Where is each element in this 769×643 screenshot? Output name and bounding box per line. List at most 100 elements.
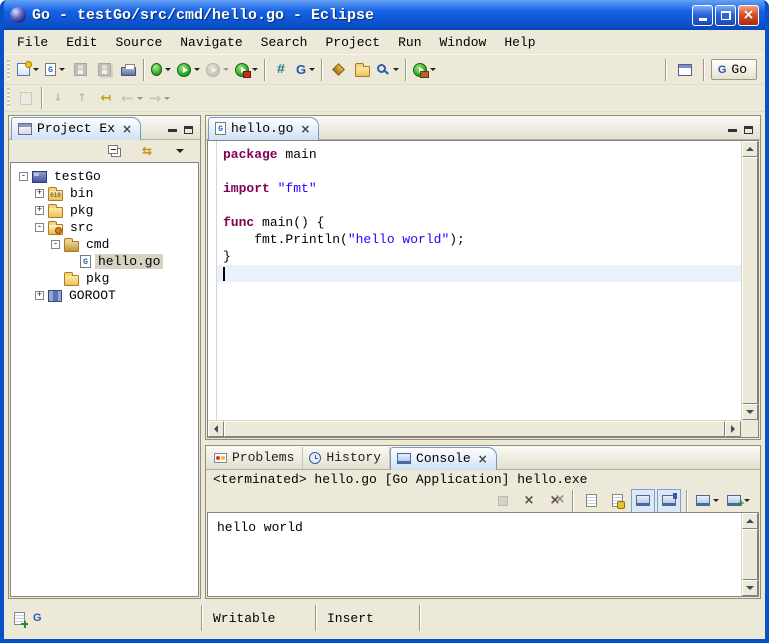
menu-search[interactable]: Search [252, 32, 317, 53]
scroll-lock-button[interactable] [605, 489, 629, 513]
remove-launch-button[interactable]: × [517, 489, 541, 513]
console-output-text[interactable]: hello world [208, 513, 741, 596]
minimize-view-icon[interactable] [728, 129, 737, 132]
menu-help[interactable]: Help [495, 32, 544, 53]
scroll-up-button[interactable] [742, 141, 758, 157]
menu-window[interactable]: Window [431, 32, 496, 53]
code-area[interactable]: package main import "fmt" func main() { … [208, 141, 741, 420]
word-wrap-button[interactable] [631, 489, 655, 513]
run-external-button[interactable] [232, 58, 261, 82]
editor-vertical-scrollbar[interactable] [741, 141, 758, 420]
display-console-button[interactable] [693, 489, 722, 513]
tree-item-bin[interactable]: +010bin [11, 185, 198, 202]
tab-history[interactable]: History [303, 447, 390, 469]
dropdown-arrow-icon[interactable] [59, 68, 65, 71]
tree-item-hello-go[interactable]: Ghello.go [11, 253, 198, 270]
dropdown-arrow-icon[interactable] [713, 499, 719, 502]
save-all-button[interactable] [92, 58, 116, 82]
code-line-1[interactable]: package main [208, 146, 741, 163]
last-edit-location-button[interactable]: ↤ [94, 86, 118, 110]
tree-item-testgo[interactable]: -testGo [11, 168, 198, 185]
menu-source[interactable]: Source [106, 32, 171, 53]
code-line-3[interactable]: import "fmt" [208, 180, 741, 197]
code-line-2[interactable] [208, 163, 741, 180]
run-button[interactable] [174, 58, 203, 82]
menu-project[interactable]: Project [316, 32, 389, 53]
close-button[interactable]: × [738, 5, 759, 26]
console-vertical-scrollbar[interactable] [741, 513, 758, 596]
open-perspective-button[interactable] [673, 58, 697, 82]
goclipse-button[interactable]: G [293, 58, 318, 82]
expand-handle-icon[interactable]: + [35, 291, 44, 300]
dropdown-arrow-icon[interactable] [252, 68, 258, 71]
menu-edit[interactable]: Edit [57, 32, 106, 53]
print-button[interactable] [116, 58, 140, 82]
save-button[interactable] [68, 58, 92, 82]
code-line-8[interactable] [208, 265, 741, 282]
minimize-view-icon[interactable] [168, 129, 177, 132]
scroll-down-button[interactable] [742, 580, 758, 596]
code-line-5[interactable]: func main() { [208, 214, 741, 231]
dropdown-arrow-icon[interactable] [194, 68, 200, 71]
close-tab-icon[interactable]: × [300, 123, 310, 135]
external-tools-button[interactable] [410, 58, 439, 82]
go-trim-icon[interactable]: G [33, 612, 42, 624]
tree-item-pkg[interactable]: +pkg [11, 202, 198, 219]
dropdown-arrow-icon[interactable] [137, 97, 143, 100]
tree-item-goroot[interactable]: +GOROOT [11, 287, 198, 304]
expand-handle-icon[interactable]: + [35, 206, 44, 215]
dropdown-arrow-icon[interactable] [393, 68, 399, 71]
prev-annotation-button[interactable]: ↑ [70, 86, 94, 110]
scroll-up-button[interactable] [742, 513, 758, 529]
dropdown-arrow-icon[interactable] [309, 68, 315, 71]
new-go-app-button[interactable]: # [269, 58, 293, 82]
perspective-go-button[interactable]: G Go [711, 59, 757, 80]
pin-console-button[interactable] [657, 489, 681, 513]
link-editor-button[interactable]: ⇆ [135, 139, 159, 163]
scrollbar-thumb[interactable] [742, 529, 758, 580]
minimize-button[interactable] [692, 5, 713, 26]
tab-console[interactable]: Console× [390, 447, 497, 470]
scroll-right-button[interactable] [725, 421, 741, 437]
debug-button[interactable] [148, 58, 174, 82]
open-resource-button[interactable] [350, 58, 374, 82]
terminate-button[interactable] [491, 489, 515, 513]
toolbar-grip[interactable] [7, 60, 10, 80]
collapse-all-button[interactable] [102, 139, 126, 163]
dropdown-arrow-icon[interactable] [164, 97, 170, 100]
close-tab-icon[interactable]: × [478, 453, 488, 465]
tab-project-explorer[interactable]: Project Ex × [11, 117, 141, 140]
collapse-handle-icon[interactable]: - [51, 240, 60, 249]
scrollbar-thumb[interactable] [742, 157, 758, 404]
maximize-view-icon[interactable] [184, 126, 193, 134]
close-view-icon[interactable]: × [122, 123, 132, 135]
tree-item-src[interactable]: -src [11, 219, 198, 236]
new-go-file-button[interactable]: G [42, 58, 68, 82]
open-console-button[interactable] [724, 489, 753, 513]
expand-handle-icon[interactable]: + [35, 189, 44, 198]
tree-item-pkg[interactable]: pkg [11, 270, 198, 287]
tree-item-cmd[interactable]: -cmd [11, 236, 198, 253]
tab-problems[interactable]: Problems [208, 447, 303, 469]
menu-navigate[interactable]: Navigate [171, 32, 251, 53]
dropdown-arrow-icon[interactable] [430, 68, 436, 71]
code-line-4[interactable] [208, 197, 741, 214]
collapse-handle-icon[interactable]: - [35, 223, 44, 232]
new-wizard-button[interactable] [14, 58, 42, 82]
tab-hello-go[interactable]: G hello.go × [208, 117, 319, 140]
scroll-down-button[interactable] [742, 404, 758, 420]
collapse-handle-icon[interactable]: - [19, 172, 28, 181]
toolbar-grip[interactable] [7, 88, 10, 108]
search-button[interactable] [374, 58, 402, 82]
clear-console-button[interactable] [579, 489, 603, 513]
menu-run[interactable]: Run [389, 32, 430, 53]
code-line-6[interactable]: fmt.Println("hello world"); [208, 231, 741, 248]
view-menu-button[interactable] [168, 139, 192, 163]
run-history-button[interactable] [203, 58, 232, 82]
annotation-nav-button[interactable] [14, 86, 38, 110]
maximize-view-icon[interactable] [744, 126, 753, 134]
dropdown-arrow-icon[interactable] [223, 68, 229, 71]
forward-button[interactable]: → [146, 86, 174, 110]
dropdown-arrow-icon[interactable] [33, 68, 39, 71]
scroll-left-button[interactable] [208, 421, 224, 437]
